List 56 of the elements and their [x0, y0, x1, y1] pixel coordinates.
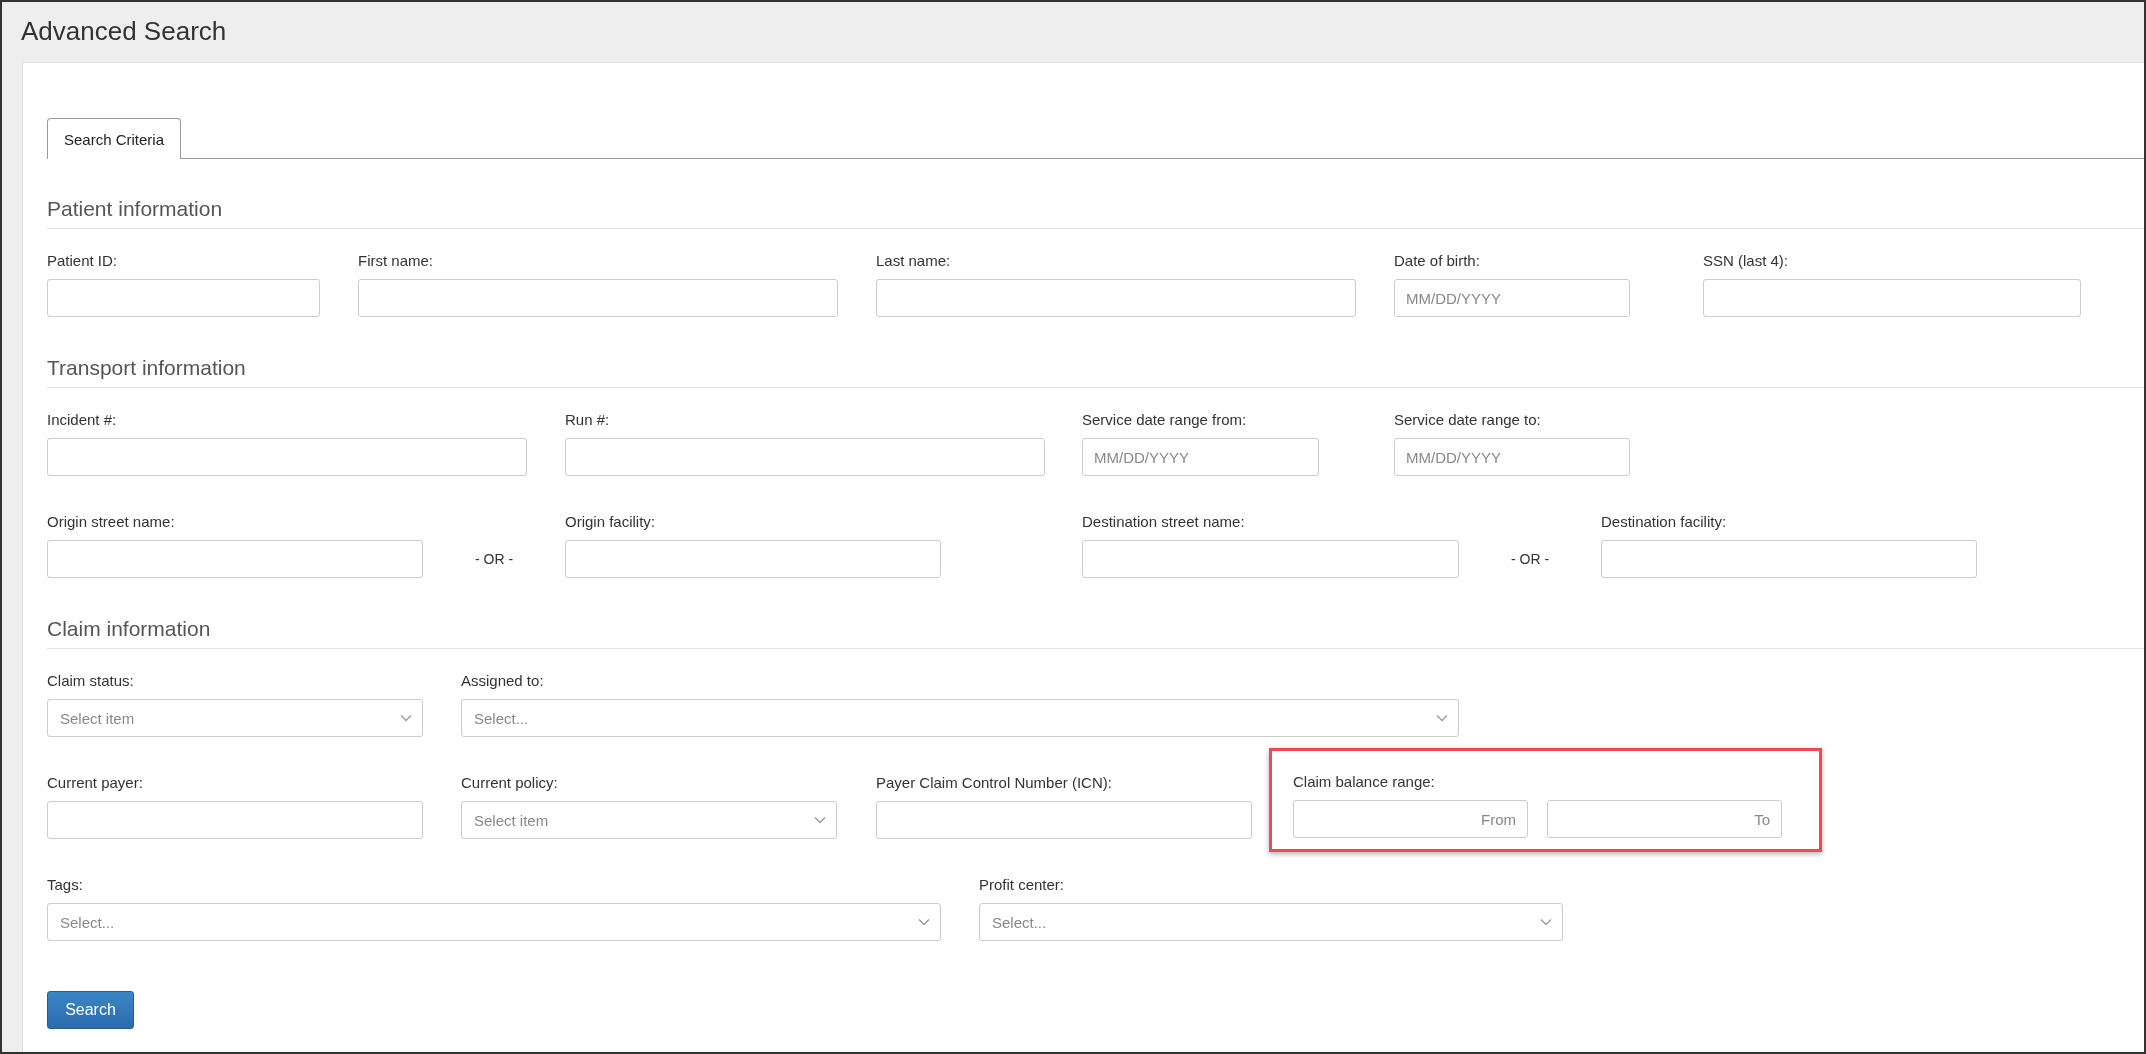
field-label: First name:: [358, 251, 434, 271]
input-field[interactable]: To: [1547, 800, 1782, 838]
dropdown[interactable]: Select...: [979, 903, 1563, 941]
field-label: Tags:: [47, 875, 84, 895]
field-label: Run #:: [565, 410, 611, 430]
field-label: Incident #:: [47, 410, 118, 430]
input-field[interactable]: MM/DD/YYYY: [1394, 438, 1630, 476]
field-label: Claim status:: [47, 671, 135, 691]
field-label: Origin street name:: [47, 512, 176, 532]
field-label: Claim balance range:: [1293, 772, 1436, 792]
input-field[interactable]: [47, 438, 527, 476]
input-field[interactable]: [1082, 540, 1459, 578]
or-separator: - OR -: [1509, 550, 1551, 569]
input-field[interactable]: [1601, 540, 1977, 578]
input-field[interactable]: [876, 279, 1356, 317]
section-heading: Transport information: [47, 353, 2144, 388]
chevron-down-icon: [814, 816, 826, 824]
field-label: Destination facility:: [1601, 512, 1728, 532]
dropdown[interactable]: Select item: [47, 699, 423, 737]
dropdown[interactable]: Select...: [461, 699, 1459, 737]
chevron-down-icon: [400, 714, 412, 722]
dropdown[interactable]: Select...: [47, 903, 941, 941]
field-label: Origin facility:: [565, 512, 657, 532]
field-label: Profit center:: [979, 875, 1066, 895]
input-field[interactable]: [358, 279, 838, 317]
tab[interactable]: Search Criteria: [47, 118, 182, 159]
input-field[interactable]: From: [1293, 800, 1528, 838]
field-label: Payer Claim Control Number (ICN):: [876, 773, 1113, 793]
field-label: Service date range to:: [1394, 410, 1542, 430]
input-field[interactable]: [47, 801, 423, 839]
page-title: Advanced Search: [20, 15, 228, 46]
field-label: Current policy:: [461, 773, 559, 793]
section-heading: Patient information: [47, 194, 2144, 229]
field-label: Patient ID:: [47, 251, 119, 271]
field-label: Service date range from:: [1082, 410, 1248, 430]
chevron-down-icon: [918, 918, 930, 926]
input-field[interactable]: MM/DD/YYYY: [1394, 279, 1630, 317]
chevron-down-icon: [1436, 714, 1448, 722]
input-field[interactable]: [1703, 279, 2081, 317]
input-field[interactable]: [47, 540, 423, 578]
or-separator: - OR -: [473, 550, 515, 569]
input-field[interactable]: MM/DD/YYYY: [1082, 438, 1319, 476]
chevron-down-icon: [1540, 918, 1552, 926]
field-label: Last name:: [876, 251, 952, 271]
search-button[interactable]: Search: [47, 991, 134, 1029]
field-label: SSN (last 4):: [1703, 251, 1790, 271]
field-label: Destination street name:: [1082, 512, 1246, 532]
input-field[interactable]: [47, 279, 320, 317]
section-heading: Claim information: [47, 614, 2144, 649]
field-label: Date of birth:: [1394, 251, 1481, 271]
dropdown[interactable]: Select item: [461, 801, 837, 839]
input-field[interactable]: [565, 540, 941, 578]
field-label: Current payer:: [47, 773, 144, 793]
field-label: Assigned to:: [461, 671, 545, 691]
input-field[interactable]: [565, 438, 1045, 476]
input-field[interactable]: [876, 801, 1252, 839]
